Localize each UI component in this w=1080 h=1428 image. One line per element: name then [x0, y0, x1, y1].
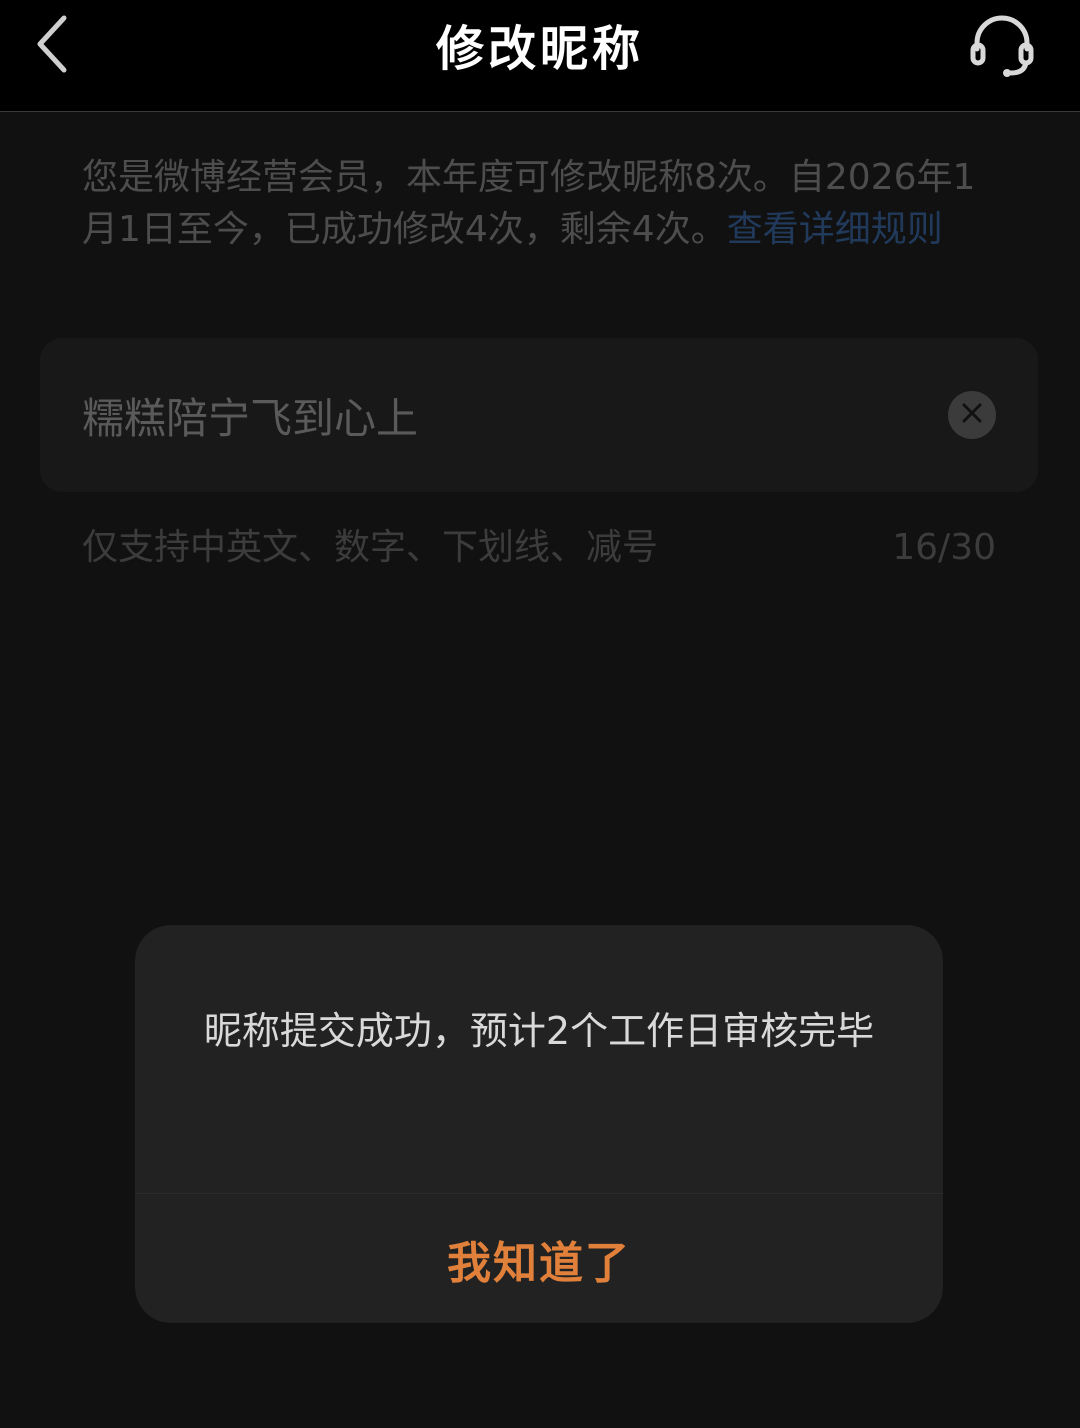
modification-notice: 您是微博经营会员，本年度可修改昵称8次。自2026年1月1日至今，已成功修改4次…	[82, 152, 1002, 256]
confirm-button[interactable]: 我知道了	[135, 1194, 943, 1323]
page-title: 修改昵称	[435, 21, 644, 77]
character-counter: 16/30	[892, 527, 996, 568]
headset-icon	[967, 11, 1037, 85]
header-bar: 修改昵称	[0, 0, 1080, 112]
dialog-message: 昵称提交成功，预计2个工作日审核完毕	[203, 1009, 875, 1053]
clear-icon	[961, 402, 983, 428]
view-rules-link[interactable]: 查看详细规则	[727, 209, 943, 250]
success-dialog: 昵称提交成功，预计2个工作日审核完毕 我知道了	[135, 925, 943, 1323]
clear-input-button[interactable]	[948, 391, 996, 439]
customer-service-button[interactable]	[964, 10, 1040, 86]
page: 修改昵称 您是微博经营会员，本年度可修改昵称8次。自2026年1月1日至今，已成…	[0, 0, 1080, 1428]
nickname-field-card	[40, 338, 1038, 492]
input-rule-hint: 仅支持中英文、数字、下划线、减号	[82, 527, 659, 568]
nickname-input[interactable]	[82, 382, 902, 448]
